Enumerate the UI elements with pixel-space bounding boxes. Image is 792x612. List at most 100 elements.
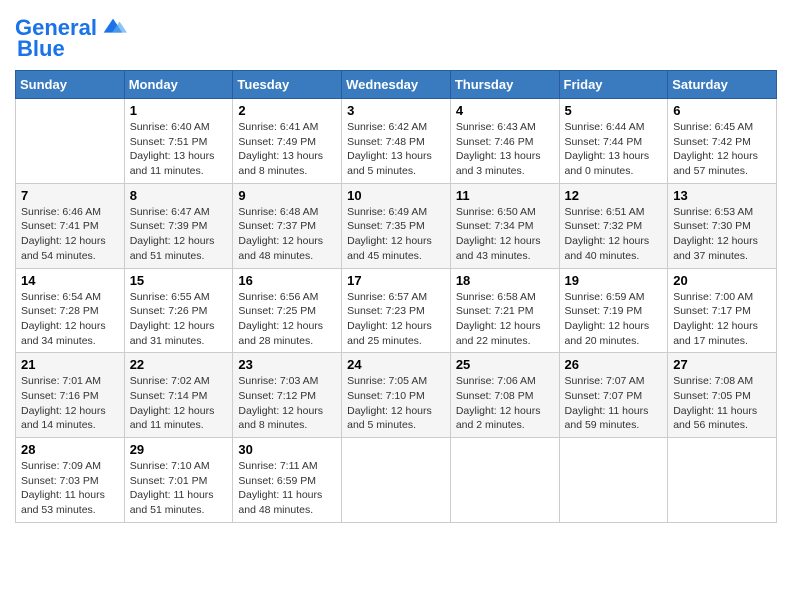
day-number: 7 [21, 188, 119, 203]
calendar-cell: 12 Sunrise: 6:51 AM Sunset: 7:32 PM Dayli… [559, 183, 668, 268]
calendar-cell: 16 Sunrise: 6:56 AM Sunset: 7:25 PM Dayli… [233, 268, 342, 353]
calendar-cell: 11 Sunrise: 6:50 AM Sunset: 7:34 PM Dayli… [450, 183, 559, 268]
day-info: Sunrise: 7:03 AM Sunset: 7:12 PM Dayligh… [238, 374, 336, 433]
day-header-saturday: Saturday [668, 71, 777, 99]
page-header: General Blue [15, 10, 777, 62]
logo-icon [99, 14, 127, 42]
day-number: 5 [565, 103, 663, 118]
day-number: 22 [130, 357, 228, 372]
calendar-table: SundayMondayTuesdayWednesdayThursdayFrid… [15, 70, 777, 523]
calendar-cell [450, 438, 559, 523]
calendar-cell: 3 Sunrise: 6:42 AM Sunset: 7:48 PM Daylig… [342, 99, 451, 184]
day-info: Sunrise: 6:48 AM Sunset: 7:37 PM Dayligh… [238, 205, 336, 264]
day-info: Sunrise: 7:09 AM Sunset: 7:03 PM Dayligh… [21, 459, 119, 518]
calendar-cell: 23 Sunrise: 7:03 AM Sunset: 7:12 PM Dayli… [233, 353, 342, 438]
day-info: Sunrise: 7:07 AM Sunset: 7:07 PM Dayligh… [565, 374, 663, 433]
day-number: 19 [565, 273, 663, 288]
day-number: 13 [673, 188, 771, 203]
calendar-cell: 14 Sunrise: 6:54 AM Sunset: 7:28 PM Dayli… [16, 268, 125, 353]
day-info: Sunrise: 6:59 AM Sunset: 7:19 PM Dayligh… [565, 290, 663, 349]
calendar-cell: 27 Sunrise: 7:08 AM Sunset: 7:05 PM Dayli… [668, 353, 777, 438]
day-info: Sunrise: 6:40 AM Sunset: 7:51 PM Dayligh… [130, 120, 228, 179]
day-info: Sunrise: 6:49 AM Sunset: 7:35 PM Dayligh… [347, 205, 445, 264]
day-info: Sunrise: 6:50 AM Sunset: 7:34 PM Dayligh… [456, 205, 554, 264]
day-info: Sunrise: 7:10 AM Sunset: 7:01 PM Dayligh… [130, 459, 228, 518]
day-number: 8 [130, 188, 228, 203]
day-number: 27 [673, 357, 771, 372]
day-header-monday: Monday [124, 71, 233, 99]
day-number: 10 [347, 188, 445, 203]
day-info: Sunrise: 6:43 AM Sunset: 7:46 PM Dayligh… [456, 120, 554, 179]
calendar-cell: 18Sunrise: 6:58 AM Sunset: 7:21 PM Dayli… [450, 268, 559, 353]
day-info: Sunrise: 6:57 AM Sunset: 7:23 PM Dayligh… [347, 290, 445, 349]
day-number: 16 [238, 273, 336, 288]
day-number: 3 [347, 103, 445, 118]
calendar-cell: 9 Sunrise: 6:48 AM Sunset: 7:37 PM Daylig… [233, 183, 342, 268]
day-header-thursday: Thursday [450, 71, 559, 99]
day-info: Sunrise: 6:56 AM Sunset: 7:25 PM Dayligh… [238, 290, 336, 349]
calendar-cell: 24Sunrise: 7:05 AM Sunset: 7:10 PM Dayli… [342, 353, 451, 438]
week-row-3: 14 Sunrise: 6:54 AM Sunset: 7:28 PM Dayli… [16, 268, 777, 353]
day-info: Sunrise: 6:47 AM Sunset: 7:39 PM Dayligh… [130, 205, 228, 264]
day-header-tuesday: Tuesday [233, 71, 342, 99]
calendar-cell: 26 Sunrise: 7:07 AM Sunset: 7:07 PM Dayli… [559, 353, 668, 438]
calendar-cell: 17 Sunrise: 6:57 AM Sunset: 7:23 PM Dayli… [342, 268, 451, 353]
day-header-wednesday: Wednesday [342, 71, 451, 99]
day-number: 15 [130, 273, 228, 288]
calendar-cell: 30 Sunrise: 7:11 AM Sunset: 6:59 PM Dayli… [233, 438, 342, 523]
day-info: Sunrise: 7:08 AM Sunset: 7:05 PM Dayligh… [673, 374, 771, 433]
calendar-cell: 10 Sunrise: 6:49 AM Sunset: 7:35 PM Dayli… [342, 183, 451, 268]
calendar-cell: 6 Sunrise: 6:45 AM Sunset: 7:42 PM Daylig… [668, 99, 777, 184]
day-number: 18 [456, 273, 554, 288]
day-number: 24 [347, 357, 445, 372]
week-row-5: 28 Sunrise: 7:09 AM Sunset: 7:03 PM Dayli… [16, 438, 777, 523]
calendar-cell: 28 Sunrise: 7:09 AM Sunset: 7:03 PM Dayli… [16, 438, 125, 523]
day-number: 4 [456, 103, 554, 118]
day-number: 2 [238, 103, 336, 118]
week-row-4: 21 Sunrise: 7:01 AM Sunset: 7:16 PM Dayli… [16, 353, 777, 438]
day-number: 11 [456, 188, 554, 203]
day-number: 26 [565, 357, 663, 372]
calendar-cell [16, 99, 125, 184]
day-number: 12 [565, 188, 663, 203]
day-info: Sunrise: 6:44 AM Sunset: 7:44 PM Dayligh… [565, 120, 663, 179]
calendar-cell [668, 438, 777, 523]
calendar-cell: 1 Sunrise: 6:40 AM Sunset: 7:51 PM Daylig… [124, 99, 233, 184]
day-info: Sunrise: 6:45 AM Sunset: 7:42 PM Dayligh… [673, 120, 771, 179]
calendar-cell: 19 Sunrise: 6:59 AM Sunset: 7:19 PM Dayli… [559, 268, 668, 353]
day-number: 17 [347, 273, 445, 288]
day-number: 14 [21, 273, 119, 288]
day-number: 9 [238, 188, 336, 203]
calendar-cell: 4 Sunrise: 6:43 AM Sunset: 7:46 PM Daylig… [450, 99, 559, 184]
calendar-cell: 20Sunrise: 7:00 AM Sunset: 7:17 PM Dayli… [668, 268, 777, 353]
calendar-cell [342, 438, 451, 523]
day-number: 21 [21, 357, 119, 372]
calendar-cell: 29Sunrise: 7:10 AM Sunset: 7:01 PM Dayli… [124, 438, 233, 523]
day-info: Sunrise: 6:46 AM Sunset: 7:41 PM Dayligh… [21, 205, 119, 264]
calendar-cell: 22 Sunrise: 7:02 AM Sunset: 7:14 PM Dayli… [124, 353, 233, 438]
day-info: Sunrise: 7:11 AM Sunset: 6:59 PM Dayligh… [238, 459, 336, 518]
calendar-cell: 21 Sunrise: 7:01 AM Sunset: 7:16 PM Dayli… [16, 353, 125, 438]
day-info: Sunrise: 6:51 AM Sunset: 7:32 PM Dayligh… [565, 205, 663, 264]
day-info: Sunrise: 6:54 AM Sunset: 7:28 PM Dayligh… [21, 290, 119, 349]
day-number: 25 [456, 357, 554, 372]
calendar-cell: 5 Sunrise: 6:44 AM Sunset: 7:44 PM Daylig… [559, 99, 668, 184]
week-row-2: 7 Sunrise: 6:46 AM Sunset: 7:41 PM Daylig… [16, 183, 777, 268]
day-info: Sunrise: 6:42 AM Sunset: 7:48 PM Dayligh… [347, 120, 445, 179]
day-info: Sunrise: 7:01 AM Sunset: 7:16 PM Dayligh… [21, 374, 119, 433]
day-number: 28 [21, 442, 119, 457]
calendar-cell: 8 Sunrise: 6:47 AM Sunset: 7:39 PM Daylig… [124, 183, 233, 268]
day-info: Sunrise: 7:00 AM Sunset: 7:17 PM Dayligh… [673, 290, 771, 349]
day-number: 23 [238, 357, 336, 372]
calendar-cell: 2 Sunrise: 6:41 AM Sunset: 7:49 PM Daylig… [233, 99, 342, 184]
day-info: Sunrise: 6:55 AM Sunset: 7:26 PM Dayligh… [130, 290, 228, 349]
day-number: 1 [130, 103, 228, 118]
week-row-1: 1 Sunrise: 6:40 AM Sunset: 7:51 PM Daylig… [16, 99, 777, 184]
day-number: 30 [238, 442, 336, 457]
day-info: Sunrise: 7:02 AM Sunset: 7:14 PM Dayligh… [130, 374, 228, 433]
day-number: 6 [673, 103, 771, 118]
logo: General Blue [15, 14, 127, 62]
day-info: Sunrise: 6:41 AM Sunset: 7:49 PM Dayligh… [238, 120, 336, 179]
day-info: Sunrise: 6:53 AM Sunset: 7:30 PM Dayligh… [673, 205, 771, 264]
day-header-sunday: Sunday [16, 71, 125, 99]
